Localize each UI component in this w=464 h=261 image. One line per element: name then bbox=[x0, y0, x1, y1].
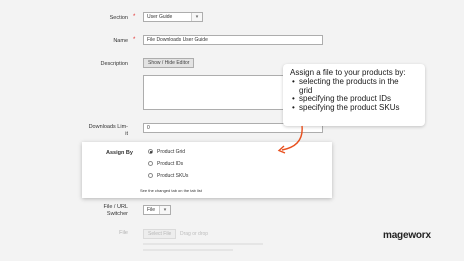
assign-by-hint: See the changed tab on the tab list bbox=[140, 188, 202, 193]
section-select-value: User Guide bbox=[147, 14, 173, 20]
file-url-switcher-label: File / URL Switcher bbox=[68, 204, 128, 218]
radio-product-grid[interactable]: Product Grid bbox=[148, 148, 185, 155]
show-hide-editor-button[interactable]: Show / Hide Editor bbox=[143, 58, 195, 68]
select-file-button[interactable]: Select File bbox=[143, 229, 177, 239]
file-edit-form: Section * User Guide ▾ Name * File Downl… bbox=[0, 0, 464, 261]
file-note-line bbox=[143, 249, 233, 251]
radio-unselected-icon bbox=[148, 173, 153, 178]
file-drop-note: Drag or drop bbox=[180, 231, 209, 237]
description-label: Description bbox=[100, 61, 128, 67]
file-url-switcher-label-line2: Switcher bbox=[106, 211, 128, 217]
radio-product-ids[interactable]: Product IDs bbox=[148, 160, 183, 167]
mageworx-logo: mageworx bbox=[383, 230, 431, 241]
radio-product-skus[interactable]: Product SKUs bbox=[148, 172, 188, 179]
name-input[interactable]: File Downloads User Guide bbox=[143, 35, 323, 45]
section-select[interactable]: User Guide ▾ bbox=[143, 12, 203, 22]
radio-product-ids-label: Product IDs bbox=[157, 160, 184, 167]
chevron-down-icon: ▾ bbox=[191, 13, 202, 21]
callout-item: selecting the products in the bbox=[292, 77, 418, 87]
file-url-switcher-label-line1: File / URL bbox=[103, 204, 128, 210]
info-callout: Assign a file to your products by: selec… bbox=[283, 64, 425, 126]
downloads-limit-label-line2: it bbox=[125, 131, 128, 137]
file-url-switcher-select[interactable]: File ▾ bbox=[143, 205, 171, 215]
callout-arrow-icon bbox=[277, 125, 303, 154]
radio-unselected-icon bbox=[148, 161, 153, 166]
radio-product-grid-label: Product Grid bbox=[157, 148, 186, 155]
required-marker: * bbox=[133, 14, 136, 20]
callout-list: selecting the products in the grid speci… bbox=[290, 77, 418, 113]
file-note-line bbox=[143, 243, 263, 245]
assign-by-label: Assign By bbox=[106, 150, 133, 156]
name-label: Name bbox=[113, 38, 128, 44]
file-url-switcher-value: File bbox=[147, 207, 156, 213]
file-label: File bbox=[119, 230, 128, 236]
callout-title: Assign a file to your products by: bbox=[290, 68, 406, 77]
downloads-limit-label-line1: Downloads Lim- bbox=[88, 124, 128, 130]
chevron-down-icon: ▾ bbox=[159, 206, 170, 214]
callout-item: specifying the product SKUs bbox=[292, 103, 418, 113]
section-label: Section bbox=[109, 15, 128, 21]
downloads-limit-label: Downloads Lim- it bbox=[68, 124, 128, 138]
radio-product-skus-label: Product SKUs bbox=[157, 172, 189, 179]
required-marker: * bbox=[133, 37, 136, 43]
radio-selected-icon bbox=[148, 149, 153, 154]
